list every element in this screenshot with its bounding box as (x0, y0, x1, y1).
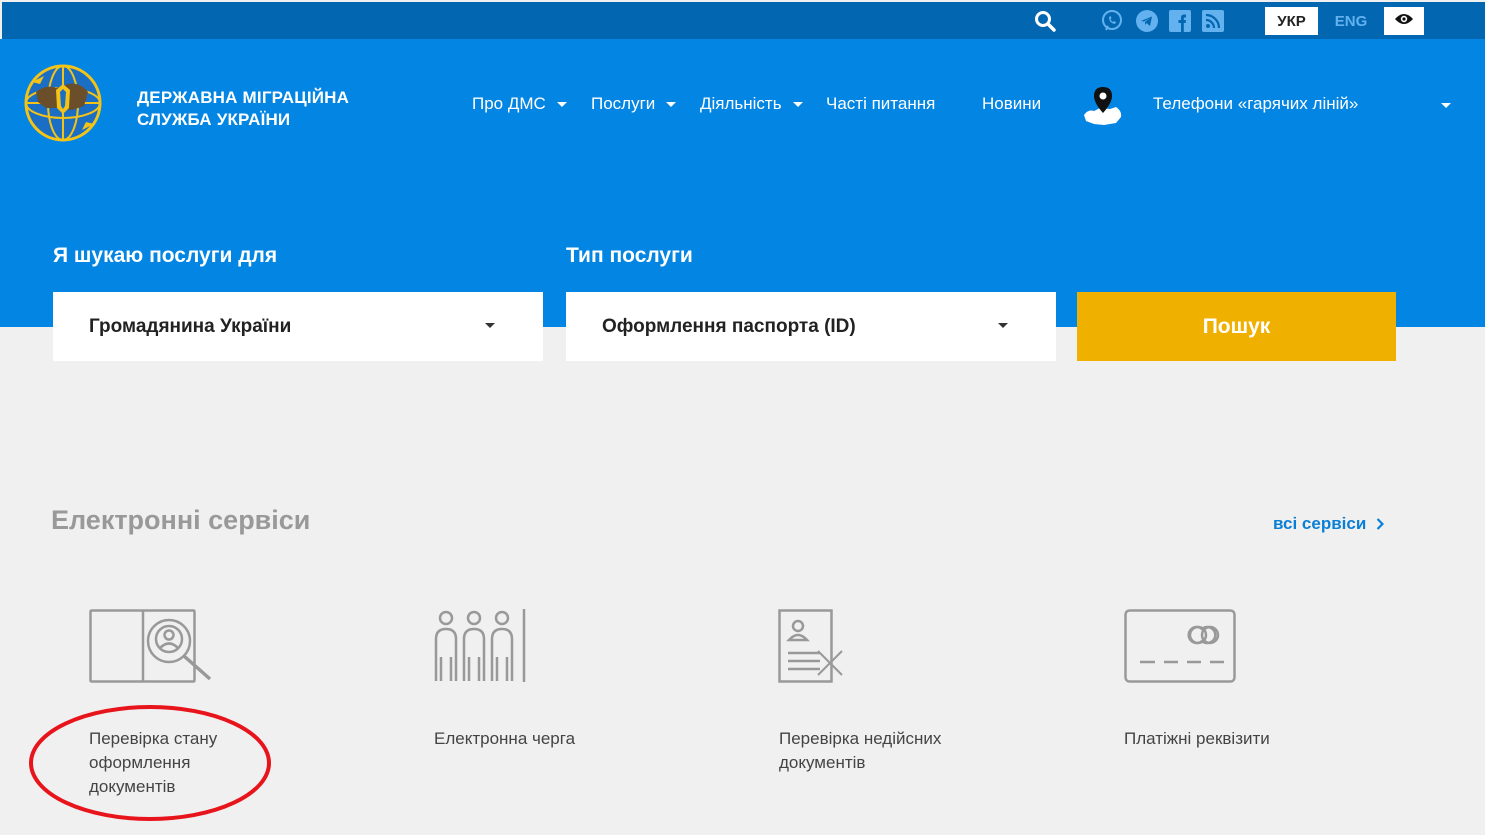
org-name[interactable]: ДЕРЖАВНА МІГРАЦІЙНА СЛУЖБА УКРАЇНИ (137, 87, 397, 131)
lang-eng-button[interactable]: ENG (1329, 7, 1373, 35)
citizen-type-select[interactable]: Громадянина України (53, 292, 543, 361)
red-annotation-ellipse (29, 705, 271, 821)
nav-about-label: Про ДМС (472, 94, 546, 113)
top-bar: УКР ENG (2, 2, 1485, 39)
search-icon[interactable] (1033, 9, 1057, 33)
hero-section: ДЕРЖАВНА МІГРАЦІЙНА СЛУЖБА УКРАЇНИ Про Д… (0, 39, 1485, 327)
card-icon[interactable] (1124, 605, 1238, 690)
nav-services[interactable]: Послуги (591, 94, 677, 114)
facebook-icon[interactable] (1168, 9, 1192, 33)
nav-activity[interactable]: Діяльність (700, 94, 803, 114)
all-services-label: всі сервіси (1273, 514, 1367, 533)
queue-icon[interactable] (433, 605, 529, 690)
service-label-line: Електронна черга (434, 729, 576, 748)
nav-about[interactable]: Про ДМС (472, 94, 567, 114)
service-label-payment-details[interactable]: Платіжні реквізити (1124, 727, 1270, 751)
viber-icon[interactable] (1100, 9, 1124, 33)
accessibility-button[interactable] (1384, 7, 1424, 35)
nav-activity-label: Діяльність (700, 94, 782, 113)
rss-icon[interactable] (1201, 9, 1225, 33)
service-label-queue[interactable]: Електронна черга (434, 727, 575, 751)
service-type-value: Оформлення паспорта (ID) (602, 315, 856, 337)
search-for-label: Я шукаю послуги для (53, 244, 278, 267)
services-title: Електронні сервіси (51, 505, 311, 535)
invalid-document-icon[interactable] (778, 605, 846, 690)
all-services-link[interactable]: всі сервіси (1273, 514, 1385, 534)
document-check-icon[interactable] (89, 605, 215, 690)
dropdown-caret-icon (998, 323, 1008, 328)
chevron-down-icon (556, 101, 567, 107)
lang-ukr-button[interactable]: УКР (1265, 7, 1318, 35)
service-label-line: Перевірка недійсних (779, 729, 942, 748)
nav-faq-label: Часті питання (826, 94, 936, 113)
nav-faq[interactable]: Часті питання (826, 94, 935, 114)
chevron-down-icon (792, 101, 803, 107)
citizen-type-value: Громадянина України (89, 315, 292, 337)
nav-news[interactable]: Новини (982, 94, 1041, 114)
dms-logo[interactable] (22, 62, 104, 144)
telegram-icon[interactable] (1135, 9, 1159, 33)
search-button[interactable]: Пошук (1077, 292, 1396, 361)
hotlines-chevron-down-icon[interactable] (1441, 103, 1451, 108)
nav-hotlines[interactable]: Телефони «гарячих ліній» (1153, 94, 1358, 114)
chevron-down-icon (666, 101, 677, 107)
service-type-select[interactable]: Оформлення паспорта (ID) (566, 292, 1056, 361)
map-pin-icon[interactable] (1082, 85, 1124, 129)
chevron-right-icon (1376, 518, 1385, 530)
nav-services-label: Послуги (591, 94, 656, 113)
service-label-line: документів (779, 753, 866, 772)
service-type-label: Тип послуги (566, 244, 693, 267)
org-name-line2: СЛУЖБА УКРАЇНИ (137, 110, 291, 129)
nav-news-label: Новини (982, 94, 1042, 113)
service-label-line: Платіжні реквізити (1124, 729, 1270, 748)
dropdown-caret-icon (485, 323, 495, 328)
eye-icon (1394, 12, 1414, 31)
service-label-invalid-documents[interactable]: Перевірка недійсних документів (779, 727, 941, 775)
org-name-line1: ДЕРЖАВНА МІГРАЦІЙНА (137, 88, 350, 107)
nav-hotlines-label: Телефони «гарячих ліній» (1153, 94, 1359, 113)
